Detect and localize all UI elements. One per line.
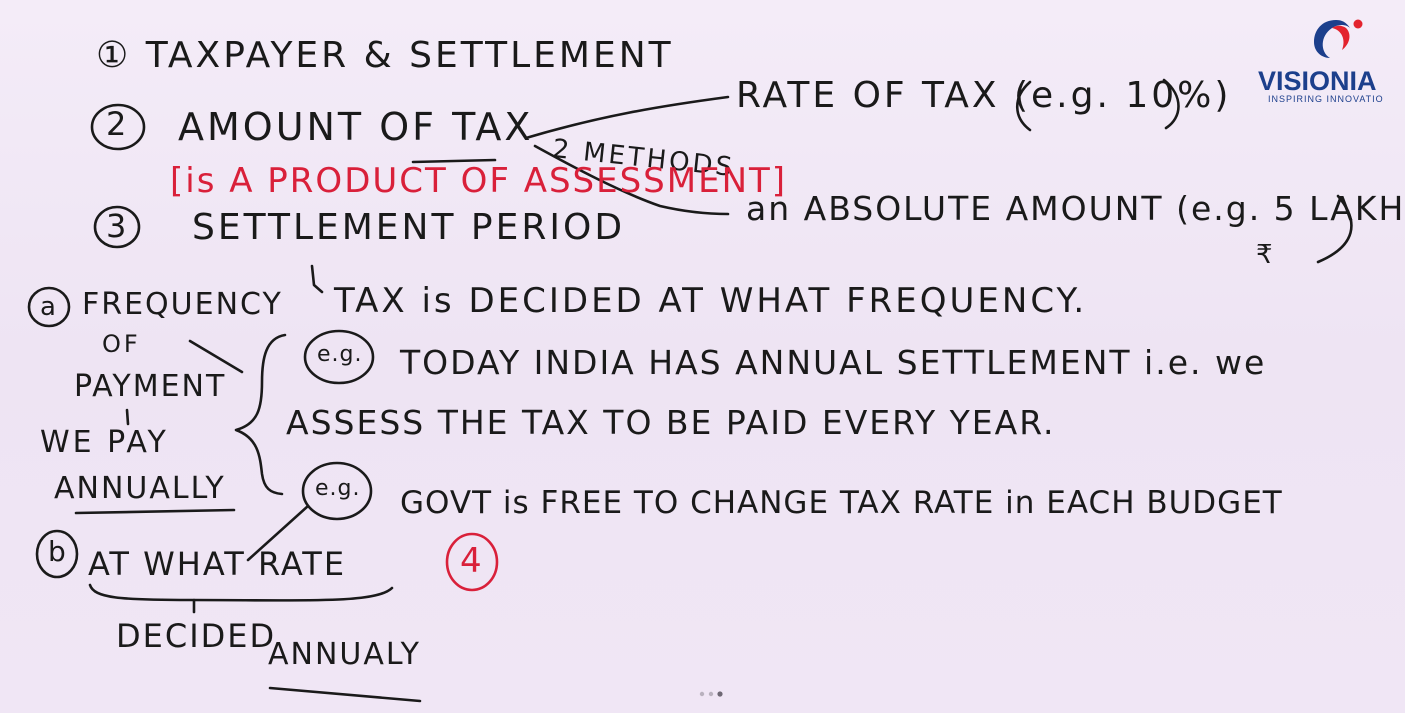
note-line-2: AMOUNT OF TAX [178,105,534,149]
note-rate-of-tax: RATE OF TAX (e.g. 10%) [736,75,1232,116]
note-annualy: ANNUALY [268,637,421,672]
note-absolute-amount: an ABSOLUTE AMOUNT (e.g. 5 LAKH [746,189,1405,228]
tick-payment [125,408,130,426]
note-eg-2: e.g. [315,476,361,501]
note-line-2-number: 2 [106,105,130,143]
underline-annually [74,508,236,515]
note-frequency: FREQUENCY [82,287,283,322]
note-rupee: ₹ [1256,240,1276,270]
note-line-3-number: 3 [106,207,130,245]
note-today-india: TODAY INDIA HAS ANNUAL SETTLEMENT i.e. w… [400,343,1267,382]
note-point-b-label: b [48,535,69,568]
whiteboard: ① TAXPAYER & SETTLEMENT 2 AMOUNT OF TAX … [0,0,1405,713]
note-assessment: [is A PRODUCT OF ASSESSMENT] [170,161,788,201]
note-assess: ASSESS THE TAX TO BE PAID EVERY YEAR. [286,403,1056,442]
note-tax-decided: TAX is DECIDED AT WHAT FREQUENCY. [334,281,1088,321]
logo-emblem-icon [1314,19,1363,58]
note-line-1: ① TAXPAYER & SETTLEMENT [96,35,674,76]
underline-annualy [268,686,422,703]
curly-brace [234,333,287,496]
note-decided: DECIDED [116,617,277,655]
pointer-of [188,339,244,374]
note-we-pay: WE PAY [40,425,169,460]
note-annually: ANNUALLY [54,471,226,506]
hook-arrow [310,264,324,294]
logo-tagline: INSPIRING INNOVATIO [1268,94,1384,104]
note-at-what-rate: AT WHAT RATE [88,545,347,583]
note-of: OF [102,330,141,358]
visionias-logo: VISIONIA INSPIRING INNOVATIO [1258,14,1405,114]
branch-to-rate [524,95,730,140]
note-govt: GOVT is FREE TO CHANGE TAX RATE in EACH … [400,485,1283,521]
note-point-a-label: a [40,292,59,322]
logo-wordmark: VISIONIA [1258,66,1377,96]
note-line-3: SETTLEMENT PERIOD [192,207,626,248]
note-payment: PAYMENT [74,369,227,404]
note-eg-1: e.g. [317,342,363,367]
note-red-4: 4 [460,541,485,581]
page-dots-icon[interactable] [698,690,726,698]
underbrace-rate [88,583,394,602]
